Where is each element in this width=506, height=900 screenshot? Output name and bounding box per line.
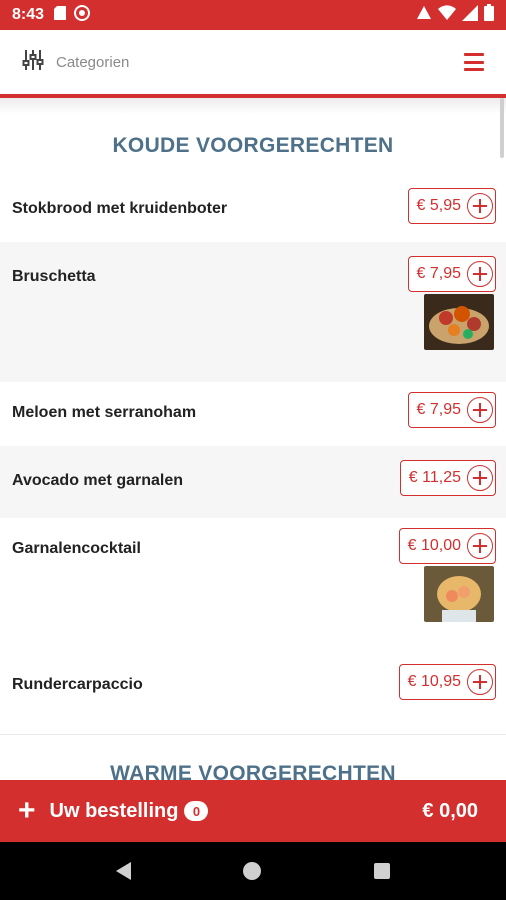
status-bar: 8:43 [0, 0, 506, 30]
sd-card-icon [54, 5, 67, 25]
section-title-koude: KOUDE VOORGERECHTEN [112, 134, 394, 157]
app-header: Categorien [0, 30, 506, 94]
add-item-button[interactable]: € 5,95 [407, 188, 496, 224]
plus-circle-icon [467, 397, 493, 423]
categories-label: Categorien [56, 53, 130, 71]
item-price: € 5,95 [416, 197, 461, 214]
filter-sliders-icon [22, 48, 44, 77]
item-name: Meloen met serranoham [12, 404, 197, 421]
item-price: € 7,95 [416, 265, 461, 282]
order-count-badge: 0 [184, 801, 209, 821]
section-title-warme: WARME VOORGERECHTEN [110, 762, 396, 780]
plus-circle-icon [467, 193, 493, 219]
plus-circle-icon [467, 533, 493, 559]
home-icon[interactable] [243, 862, 262, 880]
plus-circle-icon [467, 465, 493, 491]
recent-apps-icon[interactable] [373, 863, 390, 879]
item-price: € 10,00 [407, 537, 461, 554]
order-bar[interactable]: + Uw bestelling 0 € 0,00 [0, 780, 506, 842]
categories-button[interactable]: Categorien [22, 48, 129, 77]
add-item-button[interactable]: € 11,25 [399, 460, 496, 496]
add-icon: + [18, 794, 36, 827]
add-item-button[interactable]: € 7,95 [407, 256, 496, 292]
item-price: € 11,25 [408, 469, 461, 486]
order-label: Uw bestelling [49, 799, 179, 822]
header-shadow [0, 98, 506, 114]
signal-icon [462, 4, 478, 26]
status-time: 8:43 [12, 6, 45, 23]
system-nav-bar [0, 842, 506, 900]
item-name: Stokbrood met kruidenboter [12, 200, 228, 217]
add-item-button[interactable]: € 10,00 [398, 528, 496, 564]
wifi-icon [438, 4, 456, 26]
item-name: Bruschetta [12, 268, 96, 285]
menu-list: KOUDE VOORGERECHTEN Stokbrood met kruide… [0, 114, 506, 780]
list-item: Bruschetta € 7,95 [0, 242, 506, 382]
item-price: € 10,95 [407, 673, 461, 690]
back-icon[interactable] [116, 862, 132, 880]
list-item: Avocado met garnalen € 11,25 [0, 446, 506, 518]
item-name: Garnalencocktail [12, 540, 141, 557]
order-total: € 0,00 [422, 799, 478, 822]
bruschetta-image[interactable] [424, 294, 494, 350]
battery-icon [484, 4, 494, 26]
list-item: Rundercarpaccio € 10,95 [0, 648, 506, 734]
hamburger-menu-icon[interactable] [464, 53, 484, 71]
item-name: Rundercarpaccio [12, 676, 143, 693]
list-item: Stokbrood met kruidenboter € 5,95 [0, 178, 506, 242]
list-item: Garnalencocktail € 10,00 [0, 518, 506, 648]
item-name: Avocado met garnalen [12, 472, 184, 489]
item-price: € 7,95 [416, 401, 461, 418]
add-item-button[interactable]: € 7,95 [407, 392, 496, 428]
cast-icon [74, 4, 91, 26]
plus-circle-icon [467, 261, 493, 287]
plus-circle-icon [467, 669, 493, 695]
list-item: Meloen met serranoham € 7,95 [0, 382, 506, 446]
signal-alt-icon [416, 5, 432, 26]
add-item-button[interactable]: € 10,95 [398, 664, 496, 700]
garnalencocktail-image[interactable] [424, 566, 494, 622]
